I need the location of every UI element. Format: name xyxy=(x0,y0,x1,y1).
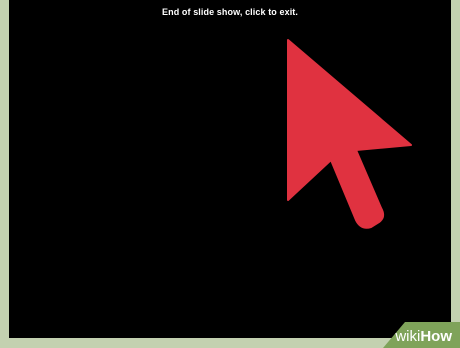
mouse-pointer-arrow-icon xyxy=(287,39,412,229)
wikihow-logo-part1: wiki xyxy=(395,328,421,345)
slideshow-screen[interactable]: End of slide show, click to exit. xyxy=(9,0,451,338)
wikihow-logo-text: wikiHow xyxy=(395,328,452,345)
wikihow-watermark: wikiHow xyxy=(365,318,460,348)
wikihow-logo-part2: How xyxy=(420,328,452,345)
